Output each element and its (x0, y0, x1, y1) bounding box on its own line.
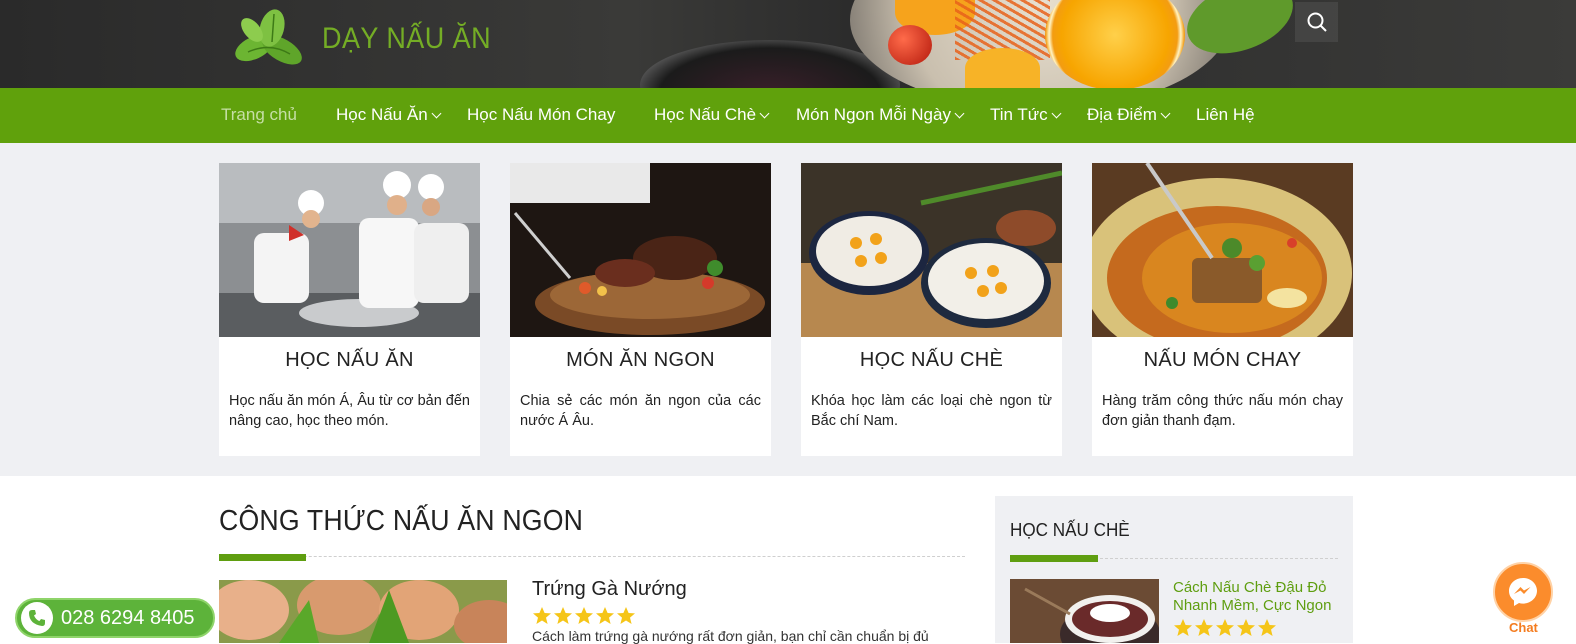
star-icon (596, 607, 614, 624)
nav-item-tin-tuc[interactable]: Tin Tức (990, 88, 1062, 143)
feature-title[interactable]: HỌC NẤU ĂN (219, 349, 480, 372)
messenger-chat-button[interactable] (1493, 562, 1553, 622)
nav-item-mon-ngon-moi-ngay[interactable]: Món Ngon Mỗi Ngày (796, 88, 965, 143)
nav-item-hoc-nau-che[interactable]: Học Nấu Chè (654, 88, 770, 143)
nav-item-trang-chu[interactable]: Trang chủ (221, 88, 297, 143)
chevron-down-icon (1160, 108, 1171, 119)
star-icon (554, 607, 572, 624)
feature-desc: Chia sẻ các món ăn ngon của các nước Á Â… (520, 393, 761, 429)
feature-card[interactable]: NẤU MÓN CHAY Hàng trăm công thức nấu món… (1092, 163, 1353, 456)
feature-card[interactable]: HỌC NẤU ĂN Học nấu ăn món Á, Âu từ cơ bả… (219, 163, 480, 456)
star-icon (575, 607, 593, 624)
star-icon (1237, 619, 1255, 636)
site-logo[interactable]: DẠY NẤU ĂN (230, 8, 510, 70)
main-nav: Trang chủ Học Nấu Ăn Học Nấu Món Chay Họ… (0, 88, 1576, 143)
star-icon (1258, 619, 1276, 636)
feature-image-chefs[interactable] (219, 163, 480, 337)
chevron-down-icon (1051, 108, 1062, 119)
site-header: DẠY NẤU ĂN (0, 0, 1576, 88)
search-icon (1307, 12, 1327, 32)
site-logo-text: DẠY NẤU ĂN (322, 22, 492, 55)
phone-icon (21, 602, 53, 634)
chevron-down-icon (759, 108, 770, 119)
section-accent-bar (219, 554, 306, 561)
feature-image-vegetarian[interactable] (1092, 163, 1353, 337)
phone-number: 028 6294 8405 (61, 606, 195, 629)
chat-label[interactable]: Chat (1509, 620, 1538, 635)
star-icon (533, 607, 551, 624)
basil-leaf-logo-icon (230, 8, 312, 70)
star-icon (1195, 619, 1213, 636)
post-rating (532, 606, 637, 626)
feature-image-che-dessert[interactable] (801, 163, 1062, 337)
sidebar-accent-bar (1010, 555, 1098, 562)
feature-desc: Học nấu ăn món Á, Âu từ cơ bản đến nâng … (229, 393, 470, 429)
chevron-down-icon (954, 108, 965, 119)
feature-title[interactable]: HỌC NẤU CHÈ (801, 349, 1062, 372)
search-button[interactable] (1295, 2, 1338, 42)
feature-desc: Khóa học làm các loại chè ngon từ Bắc ch… (811, 393, 1052, 429)
nav-item-dia-diem[interactable]: Địa Điểm (1087, 88, 1171, 143)
star-icon (1174, 619, 1192, 636)
section-title: CÔNG THỨC NẤU ĂN NGON (219, 505, 584, 537)
messenger-icon (1509, 578, 1537, 606)
sidebar-title: HỌC NẤU CHÈ (1010, 520, 1130, 540)
feature-desc: Hàng trăm công thức nấu món chay đơn giả… (1102, 393, 1343, 429)
feature-image-steak[interactable] (510, 163, 771, 337)
post-thumbnail-trung-ga-nuong[interactable] (219, 580, 507, 643)
feature-title[interactable]: MÓN ĂN NGON (510, 349, 771, 372)
call-button[interactable]: 028 6294 8405 (15, 598, 215, 638)
feature-title[interactable]: NẤU MÓN CHAY (1092, 349, 1353, 372)
nav-item-hoc-nau-an[interactable]: Học Nấu Ăn (336, 88, 442, 143)
feature-card[interactable]: HỌC NẤU CHÈ Khóa học làm các loại chè ng… (801, 163, 1062, 456)
sidebar-post-rating (1173, 618, 1278, 638)
chevron-down-icon (431, 108, 442, 119)
post-excerpt: Cách làm trứng gà nướng rất đơn giản, bạ… (532, 628, 929, 644)
sidebar-post-link[interactable]: Cách Nấu Chè Đậu Đỏ Nhanh Mềm, Cực Ngon (1173, 579, 1343, 615)
sidebar-post-thumbnail[interactable] (1010, 579, 1159, 643)
feature-card[interactable]: MÓN ĂN NGON Chia sẻ các món ăn ngon của … (510, 163, 771, 456)
post-title[interactable]: Trứng Gà Nướng (532, 578, 687, 601)
nav-item-hoc-nau-mon-chay[interactable]: Học Nấu Món Chay (467, 88, 615, 143)
star-icon (617, 607, 635, 624)
nav-item-lien-he[interactable]: Liên Hệ (1196, 88, 1255, 143)
section-divider (219, 556, 965, 557)
star-icon (1216, 619, 1234, 636)
